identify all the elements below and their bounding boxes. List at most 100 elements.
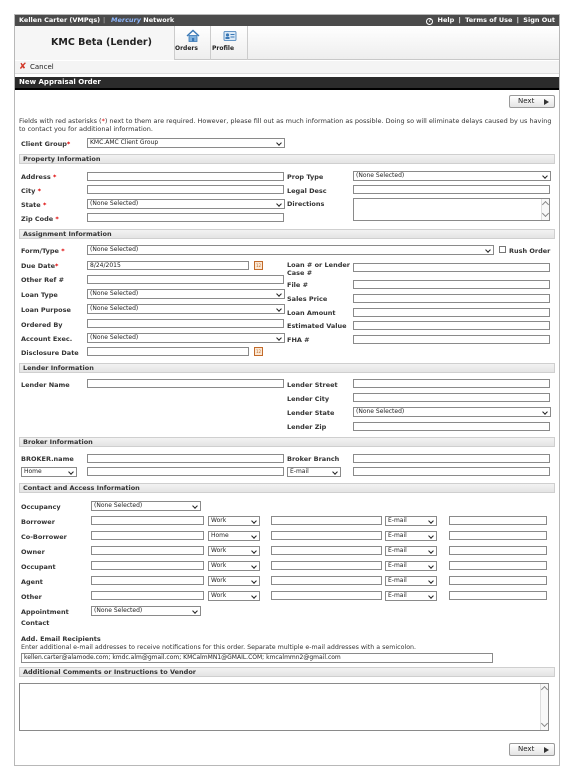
lender-city-input[interactable] xyxy=(353,393,550,402)
nav-orders-label: Orders xyxy=(175,45,198,52)
scrollbar[interactable] xyxy=(541,199,550,220)
co-borrower-email-type-select[interactable]: E-mail xyxy=(385,531,437,541)
disclosure-date-input[interactable] xyxy=(87,347,249,356)
other-email-type-select[interactable]: E-mail xyxy=(385,591,437,601)
form-type-select[interactable]: (None Selected) xyxy=(87,245,494,255)
broker-phone-input[interactable] xyxy=(87,467,284,476)
borrower-phone-type-select[interactable]: Work xyxy=(208,516,260,526)
agent-phone-type-select[interactable]: Work xyxy=(208,576,260,586)
owner-email-input[interactable] xyxy=(449,546,547,555)
next-button-bottom[interactable]: Next xyxy=(509,743,555,756)
due-date-input[interactable]: 8/24/2015 xyxy=(87,261,249,270)
broker-branch-input[interactable] xyxy=(353,454,550,463)
borrower-email-type-select[interactable]: E-mail xyxy=(385,516,437,526)
cancel-icon[interactable]: ✘ xyxy=(19,62,27,72)
profile-card-icon xyxy=(223,31,236,41)
estimated-value-input[interactable] xyxy=(353,321,550,330)
other-email-input[interactable] xyxy=(449,591,547,600)
city-label-text: City xyxy=(21,187,36,195)
appointment-contact-select[interactable]: (None Selected) xyxy=(91,606,201,616)
lender-name-input[interactable] xyxy=(87,379,284,388)
zip-label: Zip Code * xyxy=(21,215,59,223)
next-button-label: Next xyxy=(518,745,535,753)
broker-name-input[interactable] xyxy=(87,454,284,463)
co-borrower-phone-type-select[interactable]: Home xyxy=(208,531,260,541)
zip-input[interactable] xyxy=(87,213,284,222)
loan-amount-input[interactable] xyxy=(353,308,550,317)
co-borrower-email-input[interactable] xyxy=(449,531,547,540)
prop-type-select[interactable]: (None Selected) xyxy=(353,171,551,181)
co-borrower-name-input[interactable] xyxy=(91,531,204,540)
legal-desc-input[interactable] xyxy=(353,185,550,194)
lender-name-label: Lender Name xyxy=(21,381,70,389)
loan-purpose-label: Loan Purpose xyxy=(21,306,71,314)
occupant-name-input[interactable] xyxy=(91,561,204,570)
contact-label-occupant: Occupant xyxy=(21,563,56,571)
file-number-input[interactable] xyxy=(353,280,550,289)
owner-phone-input[interactable] xyxy=(271,546,382,555)
directions-textarea[interactable] xyxy=(353,198,550,221)
prop-type-label: Prop Type xyxy=(287,173,324,181)
brand-box: KMC Beta (Lender) xyxy=(15,26,175,60)
add-email-input[interactable]: kellen.carter@alamode.com; kmdc.alm@gmai… xyxy=(21,653,493,663)
borrower-phone-input[interactable] xyxy=(271,516,382,525)
other-ref-input[interactable] xyxy=(87,275,284,284)
co-borrower-phone-input[interactable] xyxy=(271,531,382,540)
lender-state-select[interactable]: (None Selected) xyxy=(353,407,551,417)
other-phone-input[interactable] xyxy=(271,591,382,600)
agent-name-input[interactable] xyxy=(91,576,204,585)
add-email-value: kellen.carter@alamode.com; kmdc.alm@gmai… xyxy=(24,654,341,661)
broker-email-input[interactable] xyxy=(353,467,550,476)
rush-order-checkbox[interactable] xyxy=(499,246,506,253)
chevron-down-icon xyxy=(540,719,549,728)
fha-input[interactable] xyxy=(353,335,550,344)
lender-zip-input[interactable] xyxy=(353,422,550,431)
calendar-icon[interactable]: 12 xyxy=(254,261,263,270)
state-select[interactable]: (None Selected) xyxy=(87,199,285,209)
occupant-phone-type-select[interactable]: Work xyxy=(208,561,260,571)
lender-street-input[interactable] xyxy=(353,379,550,388)
city-input[interactable] xyxy=(87,185,284,194)
ordered-by-input[interactable] xyxy=(87,319,284,328)
loan-purpose-select[interactable]: (None Selected) xyxy=(87,304,285,314)
client-group-select[interactable]: KMC.AMC Client Group xyxy=(87,138,285,148)
agent-email-type-select[interactable]: E-mail xyxy=(385,576,437,586)
loan-type-select[interactable]: (None Selected) xyxy=(87,289,285,299)
help-link[interactable]: Help xyxy=(438,16,455,24)
account-exec-select[interactable]: (None Selected) xyxy=(87,333,285,343)
owner-phone-type-select[interactable]: Work xyxy=(208,546,260,556)
other-name-input[interactable] xyxy=(91,591,204,600)
occupant-email-type-select[interactable]: E-mail xyxy=(385,561,437,571)
nav-profile[interactable]: Profile xyxy=(212,26,248,60)
occupancy-select[interactable]: (None Selected) xyxy=(91,501,201,511)
address-input[interactable] xyxy=(87,172,284,181)
calendar-icon[interactable]: 12 xyxy=(254,347,263,356)
loan-number-label: Loan # or Lender xyxy=(287,261,350,269)
fha-label: FHA # xyxy=(287,336,310,344)
help-icon[interactable]: ? xyxy=(426,18,434,25)
app-brand-title: KMC Beta (Lender) xyxy=(51,37,152,48)
borrower-name-input[interactable] xyxy=(91,516,204,525)
occupant-email-input[interactable] xyxy=(449,561,547,570)
cancel-button[interactable]: Cancel xyxy=(30,63,54,71)
app-frame: Kellen Carter (VMPqs) | Mercury Network … xyxy=(14,14,560,766)
agent-email-input[interactable] xyxy=(449,576,547,585)
broker-name-label: BROKER.name xyxy=(21,455,74,463)
owner-name-input[interactable] xyxy=(91,546,204,555)
comments-textarea[interactable] xyxy=(19,683,549,731)
chevron-down-icon xyxy=(276,139,283,147)
next-button-top[interactable]: Next xyxy=(509,95,555,108)
nav-orders[interactable]: Orders xyxy=(175,26,211,60)
sign-out-link[interactable]: Sign Out xyxy=(523,16,555,24)
other-phone-type-select[interactable]: Work xyxy=(208,591,260,601)
occupant-phone-input[interactable] xyxy=(271,561,382,570)
agent-phone-input[interactable] xyxy=(271,576,382,585)
terms-link[interactable]: Terms of Use xyxy=(465,16,512,24)
broker-phone-type-select[interactable]: Home xyxy=(21,467,77,477)
broker-email-type-select[interactable]: E-mail xyxy=(287,467,341,477)
sales-price-input[interactable] xyxy=(353,294,550,303)
owner-email-type-select[interactable]: E-mail xyxy=(385,546,437,556)
scrollbar[interactable] xyxy=(540,684,549,730)
loan-number-input[interactable] xyxy=(353,263,550,272)
borrower-email-input[interactable] xyxy=(449,516,547,525)
